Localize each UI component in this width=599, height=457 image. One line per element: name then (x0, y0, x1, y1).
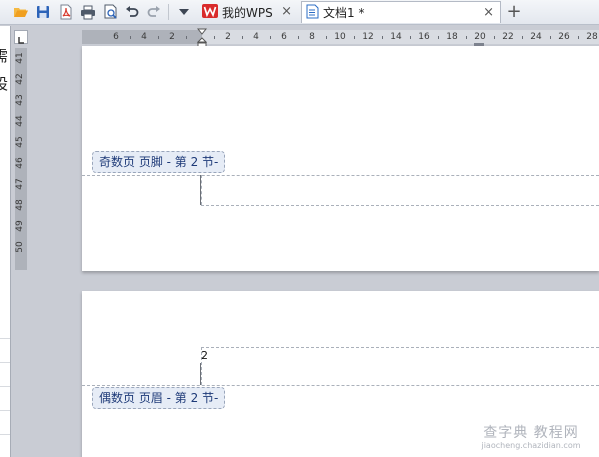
ruler-tick (494, 36, 495, 39)
tab-my-wps-label: 我的WPS (222, 5, 273, 20)
divider (0, 362, 10, 363)
indent-marker[interactable] (196, 28, 208, 48)
customize-dropdown-icon[interactable] (175, 3, 193, 21)
even-page-header-label[interactable]: 偶数页 页眉 - 第 2 节- (92, 387, 226, 409)
redo-icon[interactable] (145, 3, 163, 21)
tab-type-selector[interactable] (14, 30, 28, 44)
save-icon[interactable] (34, 3, 52, 21)
ruler-number: 22 (502, 32, 514, 42)
ruler-number: 44 (15, 115, 25, 127)
ruler-number: 49 (15, 220, 25, 232)
ruler-number: 47 (15, 178, 25, 190)
ruler-number: 6 (113, 32, 119, 42)
header-page-number[interactable]: 2 (201, 350, 208, 362)
ruler-number: 46 (15, 157, 25, 169)
page-1[interactable]: 奇数页 页脚 - 第 2 节- (82, 46, 599, 271)
background-text-char: 设 (0, 77, 10, 92)
ruler-number: 45 (15, 136, 25, 148)
vertical-ruler[interactable]: 41 42 43 44 45 46 47 48 49 50 (15, 48, 27, 270)
title-toolbar: 我的WPS × 文档1 * × + (0, 0, 599, 25)
ruler-number: 12 (362, 32, 374, 42)
close-icon[interactable]: × (281, 3, 292, 21)
ruler-tick (326, 36, 327, 39)
ruler-number: 10 (334, 32, 346, 42)
wps-writer-window: 我的WPS × 文档1 * × + 需 设 6 4 2 2 4 6 8 (0, 0, 599, 457)
ruler-number: 6 (281, 32, 287, 42)
header-top-boundary (201, 347, 599, 348)
horizontal-ruler[interactable]: 6 4 2 2 4 6 8 10 12 14 16 18 20 22 24 26… (82, 30, 599, 44)
ruler-number: 24 (530, 32, 542, 42)
divider (0, 338, 10, 339)
ruler-tick (214, 36, 215, 39)
footer-left-boundary (201, 175, 202, 205)
ruler-number: 50 (15, 241, 25, 253)
divider (0, 386, 10, 387)
ruler-number: 20 (474, 32, 486, 42)
ruler-number: 26 (558, 32, 570, 42)
ruler-number: 48 (15, 199, 25, 211)
ruler-number: 41 (15, 52, 25, 64)
ruler-number: 43 (15, 94, 25, 106)
ruler-number: 16 (418, 32, 430, 42)
odd-page-footer-label[interactable]: 奇数页 页脚 - 第 2 节- (92, 151, 226, 173)
tab-document1[interactable]: 文档1 * × (301, 1, 501, 23)
ruler-tick (550, 36, 551, 39)
ruler-number: 2 (169, 32, 175, 42)
ruler-number: 18 (446, 32, 458, 42)
print-icon[interactable] (79, 3, 97, 21)
ruler-number: 14 (390, 32, 402, 42)
ruler-tick (158, 36, 159, 39)
ruler-tick (186, 36, 187, 39)
ruler-tick (578, 36, 579, 39)
close-icon[interactable]: × (483, 4, 494, 22)
site-watermark: 查字典 教程网 jiaocheng.chazidian.com (466, 425, 596, 451)
ruler-number: 28 (586, 32, 598, 42)
divider (0, 434, 10, 435)
ruler-tick (130, 36, 131, 39)
ruler-tick (298, 36, 299, 39)
tab-my-wps[interactable]: 我的WPS × (196, 1, 298, 23)
ruler-number: 2 (225, 32, 231, 42)
undo-icon[interactable] (123, 3, 141, 21)
background-window-strip: 需 设 (0, 26, 11, 457)
document-icon (306, 4, 319, 22)
ruler-tick (242, 36, 243, 39)
ruler-tick (270, 36, 271, 39)
wps-logo-icon (202, 3, 218, 21)
ruler-tick (466, 36, 467, 39)
divider (0, 410, 10, 411)
ruler-tick (522, 36, 523, 39)
margin-guide (200, 363, 201, 385)
ruler-number: 4 (141, 32, 147, 42)
ruler-number: 8 (309, 32, 315, 42)
ruler-number: 42 (15, 73, 25, 85)
footer-bottom-boundary (201, 205, 599, 206)
background-text-char: 需 (0, 49, 10, 64)
open-icon[interactable] (12, 3, 30, 21)
footer-top-boundary (82, 175, 599, 176)
new-tab-button[interactable]: + (505, 2, 523, 22)
header-bottom-boundary (82, 385, 599, 386)
ruler-tick (410, 36, 411, 39)
toolbar-separator (168, 4, 169, 20)
ruler-tick (354, 36, 355, 39)
ruler-tick (382, 36, 383, 39)
export-pdf-icon[interactable] (57, 3, 75, 21)
watermark-title: 查字典 教程网 (483, 425, 579, 441)
tab-document1-label: 文档1 * (323, 6, 365, 20)
watermark-url: jiaocheng.chazidian.com (481, 441, 581, 450)
print-preview-icon[interactable] (102, 3, 120, 21)
ruler-number: 4 (253, 32, 259, 42)
ruler-tick (438, 36, 439, 39)
